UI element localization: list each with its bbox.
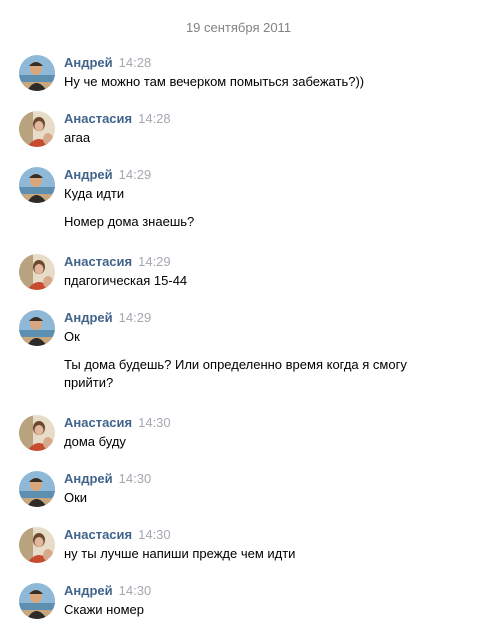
author-name[interactable]: Андрей [64, 55, 113, 70]
avatar[interactable] [19, 310, 55, 346]
message-time[interactable]: 14:29 [138, 254, 171, 269]
message-text: Оки [64, 490, 88, 505]
message-header: Анастасия 14:30 [64, 415, 459, 431]
avatar[interactable] [19, 111, 55, 147]
message-text: Куда идти [64, 186, 125, 201]
message-time[interactable]: 14:28 [119, 55, 152, 70]
message-text: Ок [64, 329, 80, 344]
author-name[interactable]: Анастасия [64, 111, 132, 126]
andrey-avatar-image [19, 310, 55, 346]
message-text: ну ты лучше напиши прежде чем идти [64, 546, 296, 561]
avatar[interactable] [19, 254, 55, 290]
message-header: Андрей 14:30 [64, 583, 459, 599]
message-text: Ну че можно там вечерком помыться забежа… [64, 74, 365, 89]
message-time[interactable]: 14:30 [119, 583, 152, 598]
author-name[interactable]: Анастасия [64, 254, 132, 269]
author-name[interactable]: Андрей [64, 167, 113, 182]
message-text: агаа [64, 130, 91, 145]
avatar[interactable] [19, 471, 55, 507]
andrey-avatar-image [19, 55, 55, 91]
author-name[interactable]: Анастасия [64, 527, 132, 542]
author-name[interactable]: Андрей [64, 310, 113, 325]
message-header: Анастасия 14:28 [64, 111, 459, 127]
avatar[interactable] [19, 55, 55, 91]
anastasia-avatar-image [19, 527, 55, 563]
author-name[interactable]: Анастасия [64, 415, 132, 430]
anastasia-avatar-image [19, 415, 55, 451]
message-text: дома буду [64, 434, 126, 449]
andrey-avatar-image [19, 471, 55, 507]
message-header: Анастасия 14:29 [64, 254, 459, 270]
message-header: Анастасия 14:30 [64, 527, 459, 543]
avatar[interactable] [19, 167, 55, 203]
avatar[interactable] [19, 527, 55, 563]
message-header: Андрей 14:29 [64, 167, 459, 183]
message-header: Андрей 14:30 [64, 471, 459, 487]
anastasia-avatar-image [19, 111, 55, 147]
message-time[interactable]: 14:29 [119, 167, 152, 182]
message-time[interactable]: 14:30 [119, 471, 152, 486]
author-name[interactable]: Андрей [64, 583, 113, 598]
date-separator: 19 сентября 2011 [185, 20, 292, 35]
message-text: Ты дома будешь? Или определенно время ко… [64, 357, 407, 390]
author-name[interactable]: Андрей [64, 471, 113, 486]
message-time[interactable]: 14:30 [138, 527, 171, 542]
andrey-avatar-image [19, 167, 55, 203]
message-text: пдагогическая 15-44 [64, 273, 188, 288]
anastasia-avatar-image [19, 254, 55, 290]
message-header: Андрей 14:28 [64, 55, 459, 71]
message-text: Номер дома знаешь? [64, 214, 195, 229]
message-time[interactable]: 14:30 [138, 415, 171, 430]
avatar[interactable] [19, 583, 55, 619]
message-header: Андрей 14:29 [64, 310, 459, 326]
message-time[interactable]: 14:28 [138, 111, 171, 126]
andrey-avatar-image [19, 583, 55, 619]
message-text: Скажи номер [64, 602, 144, 617]
message-time[interactable]: 14:29 [119, 310, 152, 325]
avatar[interactable] [19, 415, 55, 451]
